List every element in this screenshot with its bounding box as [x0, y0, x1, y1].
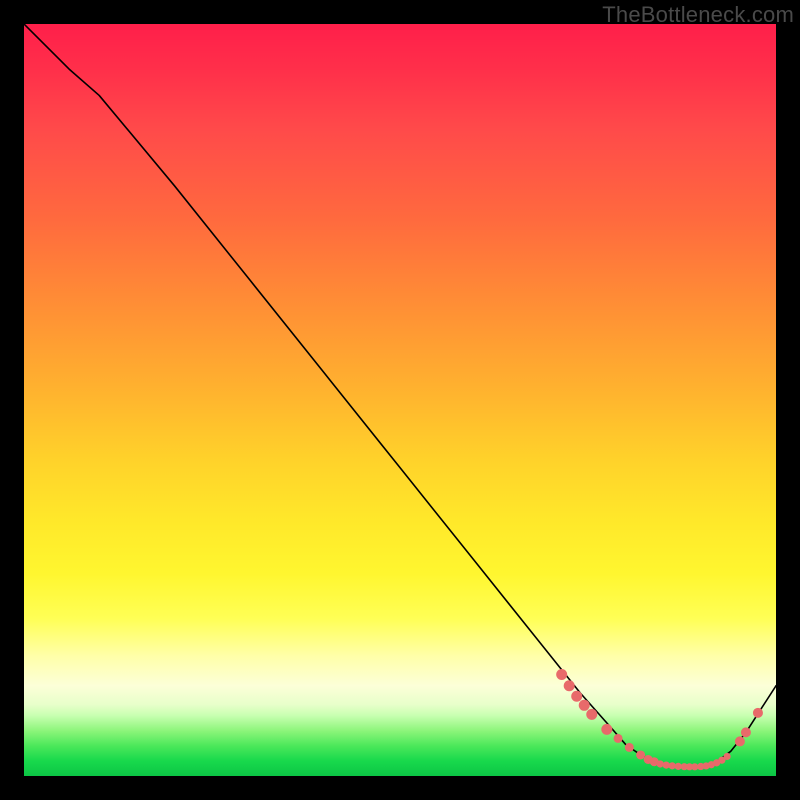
chart-frame: TheBottleneck.com	[0, 0, 800, 800]
marker-dot	[724, 753, 731, 760]
marker-dot	[735, 736, 745, 746]
watermark-text: TheBottleneck.com	[602, 2, 794, 28]
marker-dot	[586, 709, 597, 720]
marker-dot	[564, 680, 575, 691]
marker-dot	[571, 691, 582, 702]
marker-dot	[625, 743, 634, 752]
marker-dot	[753, 708, 763, 718]
marker-dot	[601, 724, 612, 735]
marker-dot	[614, 734, 623, 743]
plot-area	[24, 24, 776, 776]
curve-line	[24, 24, 776, 767]
marker-dots	[556, 669, 763, 770]
marker-dot	[741, 727, 751, 737]
marker-dot	[556, 669, 567, 680]
marker-dot	[579, 700, 590, 711]
marker-dot	[636, 750, 645, 759]
marker-dot	[657, 760, 664, 767]
chart-overlay	[24, 24, 776, 776]
